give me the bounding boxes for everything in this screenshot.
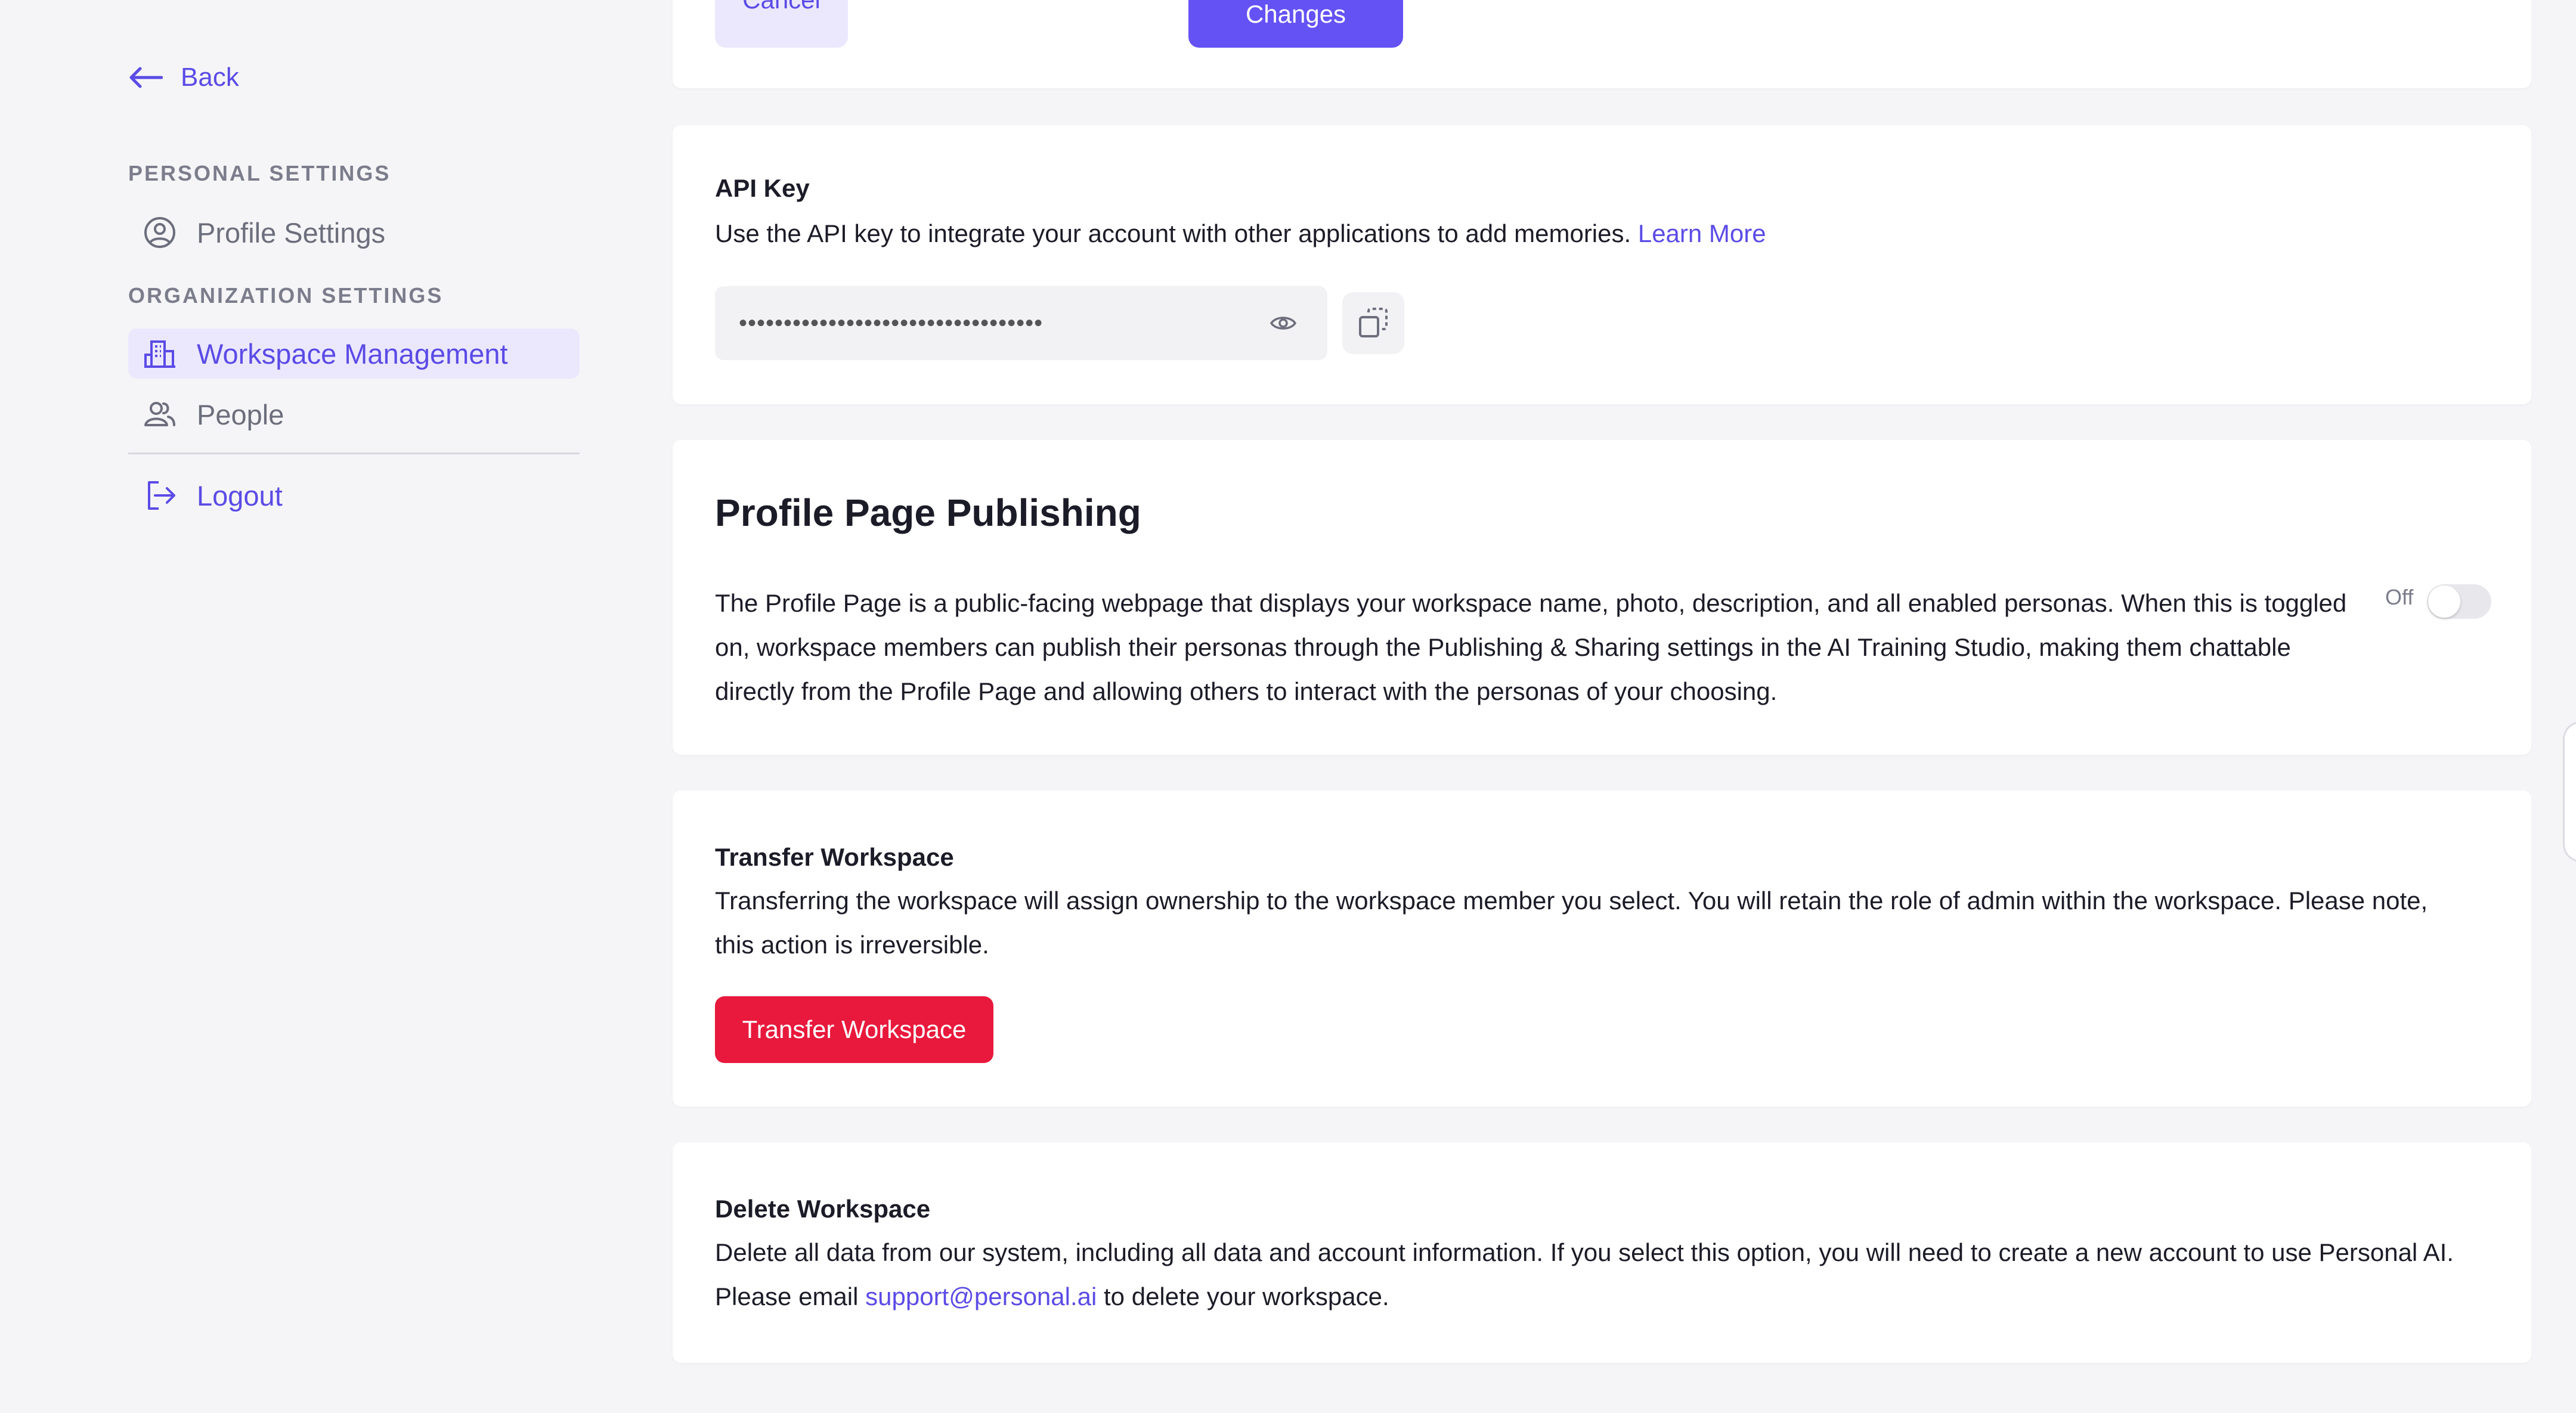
transfer-workspace-card: Transfer Workspace Transferring the work… [673,791,2531,1107]
logout-button[interactable]: Logout [128,470,580,520]
sidebar-item-profile-settings[interactable]: Profile Settings [128,207,580,258]
sidebar-item-label: Workspace Management [197,337,508,370]
personal-settings-heading: PERSONAL SETTINGS [128,161,391,185]
logout-label: Logout [197,479,283,512]
users-icon [143,398,177,431]
sidebar-item-label: People [197,398,284,430]
cancel-button[interactable]: Cancel [715,0,848,48]
profile-publishing-description: The Profile Page is a public-facing webp… [715,589,2347,705]
back-label: Back [181,63,239,92]
api-key-input[interactable] [738,309,1229,337]
profile-publishing-title: Profile Page Publishing [715,491,1141,534]
transfer-workspace-title: Transfer Workspace [715,843,954,871]
sidebar-item-label: Profile Settings [197,216,386,249]
transfer-workspace-button[interactable]: Transfer Workspace [715,996,993,1063]
toggle-knob [2428,585,2460,618]
sidebar: Back PERSONAL SETTINGS Profile Settings … [0,0,596,1413]
api-key-description: Use the API key to integrate your accoun… [715,212,2468,256]
side-panel-handle[interactable] [2563,721,2576,862]
sidebar-item-people[interactable]: People [128,389,580,439]
save-changes-button[interactable]: Save Changes [1188,0,1403,48]
profile-publishing-card: Profile Page Publishing The Profile Page… [673,440,2531,755]
api-key-description-text: Use the API key to integrate your accoun… [715,219,1631,247]
delete-workspace-title: Delete Workspace [715,1195,931,1223]
transfer-workspace-description: Transferring the workspace will assign o… [715,887,2428,959]
api-key-title: API Key [715,174,810,202]
delete-workspace-card: Delete Workspace Delete all data from ou… [673,1142,2531,1363]
user-circle-icon [143,216,177,249]
arrow-left-icon [129,67,163,88]
top-actions-card: Cancel Save Changes [673,0,2531,88]
toggle-state-label: Off [2385,585,2414,609]
api-key-field[interactable] [715,286,1327,360]
delete-description-text: Delete all data from our system, includi… [715,1238,2454,1266]
logout-icon [143,479,177,512]
support-email-link[interactable]: support@personal.ai [865,1282,1097,1310]
copy-button[interactable] [1342,292,1404,354]
delete-workspace-description: Delete all data from our system, includi… [715,1231,2468,1319]
cancel-label: Cancel [742,0,821,14]
back-button[interactable]: Back [128,60,239,95]
copy-icon [1359,308,1388,337]
email-prefix: Please email [715,1282,859,1310]
sidebar-item-workspace-management[interactable]: Workspace Management [128,329,580,379]
email-suffix: to delete your workspace. [1104,1282,1389,1310]
organization-settings-heading: ORGANIZATION SETTINGS [128,283,444,308]
sidebar-divider [128,453,580,454]
eye-icon[interactable] [1269,309,1298,337]
building-icon [143,337,177,370]
learn-more-link[interactable]: Learn More [1638,219,1766,247]
profile-publishing-toggle[interactable] [2427,584,2491,619]
save-label: Save Changes [1245,0,1346,28]
api-key-card: API Key Use the API key to integrate you… [673,125,2531,404]
